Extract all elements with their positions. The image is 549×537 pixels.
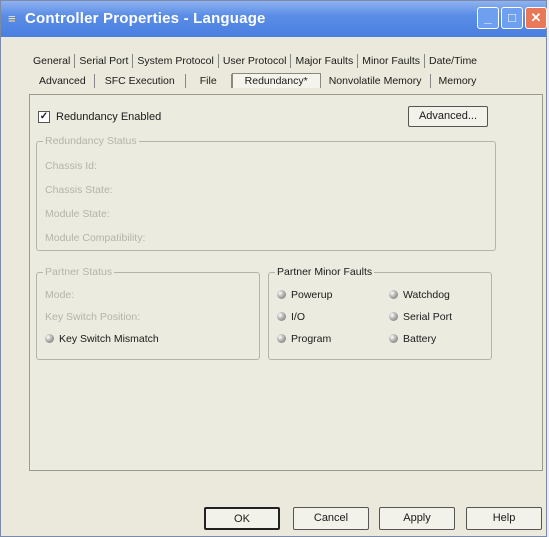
chassis-id-label: Chassis Id: (45, 160, 97, 172)
fault-program: Program (277, 333, 331, 345)
redundancy-enabled-label: Redundancy Enabled (56, 111, 162, 123)
status-led-icon (45, 334, 54, 343)
fault-io-label: I/O (291, 311, 306, 323)
window-title: Controller Properties - Language (25, 10, 266, 27)
tab-system-protocol[interactable]: System Protocol (133, 54, 219, 68)
tab-file[interactable]: File (186, 74, 232, 88)
dialog-button-bar: OK Cancel Apply Help (1, 501, 546, 537)
status-led-icon (389, 290, 398, 299)
tab-general[interactable]: General (29, 54, 76, 68)
redundancy-status-title: Redundancy Status (43, 135, 139, 147)
module-state-label: Module State: (45, 208, 110, 220)
title-bar[interactable]: ≡ Controller Properties - Language _ □ ✕ (1, 1, 547, 37)
checkbox-check-icon: ✓ (38, 111, 50, 123)
fault-watchdog-label: Watchdog (403, 289, 450, 301)
advanced-button[interactable]: Advanced... (408, 106, 488, 127)
redundancy-enabled-checkbox[interactable]: ✓ Redundancy Enabled (38, 111, 161, 123)
fault-powerup-label: Powerup (291, 289, 333, 301)
tab-nonvolatile-memory[interactable]: Nonvolatile Memory (321, 74, 431, 88)
redundancy-status-group: Redundancy Status Chassis Id: Chassis St… (36, 135, 496, 251)
chassis-state-label: Chassis State: (45, 184, 113, 196)
help-button[interactable]: Help (466, 507, 542, 530)
partner-minor-faults-group: Partner Minor Faults Powerup I/O Program… (268, 266, 492, 360)
tab-row-1: General Serial Port System Protocol User Pr… (29, 54, 481, 72)
tab-minor-faults[interactable]: Minor Faults (358, 54, 425, 68)
key-switch-position-label: Key Switch Position: (45, 311, 141, 323)
fault-serial-port-label: Serial Port (403, 311, 453, 323)
tab-row-2: Advanced SFC Execution File Redundancy* Nonv… (31, 73, 484, 91)
apply-button[interactable]: Apply (379, 507, 455, 530)
status-led-icon (277, 290, 286, 299)
maximize-icon[interactable]: □ (501, 7, 523, 29)
controller-properties-window: ≡ Controller Properties - Language _ □ ✕… (0, 0, 547, 537)
status-led-icon (277, 312, 286, 321)
tab-serial-port[interactable]: Serial Port (75, 54, 134, 68)
tab-sfc-execution[interactable]: SFC Execution (95, 74, 186, 88)
minimize-icon[interactable]: _ (477, 7, 499, 29)
mode-label: Mode: (45, 289, 75, 301)
tab-date-time[interactable]: Date/Time (425, 54, 481, 68)
fault-battery: Battery (389, 333, 436, 345)
close-icon[interactable]: ✕ (525, 7, 547, 29)
partner-status-group: Partner Status Mode: Key Switch Position… (36, 266, 260, 360)
tab-user-protocol[interactable]: User Protocol (219, 54, 292, 68)
redundancy-panel: ✓ Redundancy Enabled Advanced... Redunda… (29, 94, 543, 471)
partner-status-title: Partner Status (43, 266, 115, 278)
tab-major-faults[interactable]: Major Faults (291, 54, 359, 68)
key-switch-mismatch-indicator: Key Switch Mismatch (45, 333, 159, 345)
module-compatibility-label: Module Compatibility: (45, 232, 146, 244)
fault-powerup: Powerup (277, 289, 332, 301)
cancel-button[interactable]: Cancel (293, 507, 369, 530)
tab-redundancy[interactable]: Redundancy* (231, 73, 321, 88)
app-icon: ≡ (8, 11, 16, 26)
status-led-icon (389, 312, 398, 321)
status-led-icon (389, 334, 398, 343)
fault-io: I/O (277, 311, 305, 323)
ok-button[interactable]: OK (204, 507, 280, 530)
tab-memory[interactable]: Memory (431, 74, 485, 88)
key-switch-mismatch-label: Key Switch Mismatch (59, 333, 159, 345)
tab-advanced[interactable]: Advanced (31, 74, 95, 88)
fault-program-label: Program (291, 333, 332, 345)
fault-serial-port: Serial Port (389, 311, 452, 323)
fault-watchdog: Watchdog (389, 289, 450, 301)
status-led-icon (277, 334, 286, 343)
partner-minor-faults-title: Partner Minor Faults (275, 266, 375, 278)
fault-battery-label: Battery (403, 333, 437, 345)
